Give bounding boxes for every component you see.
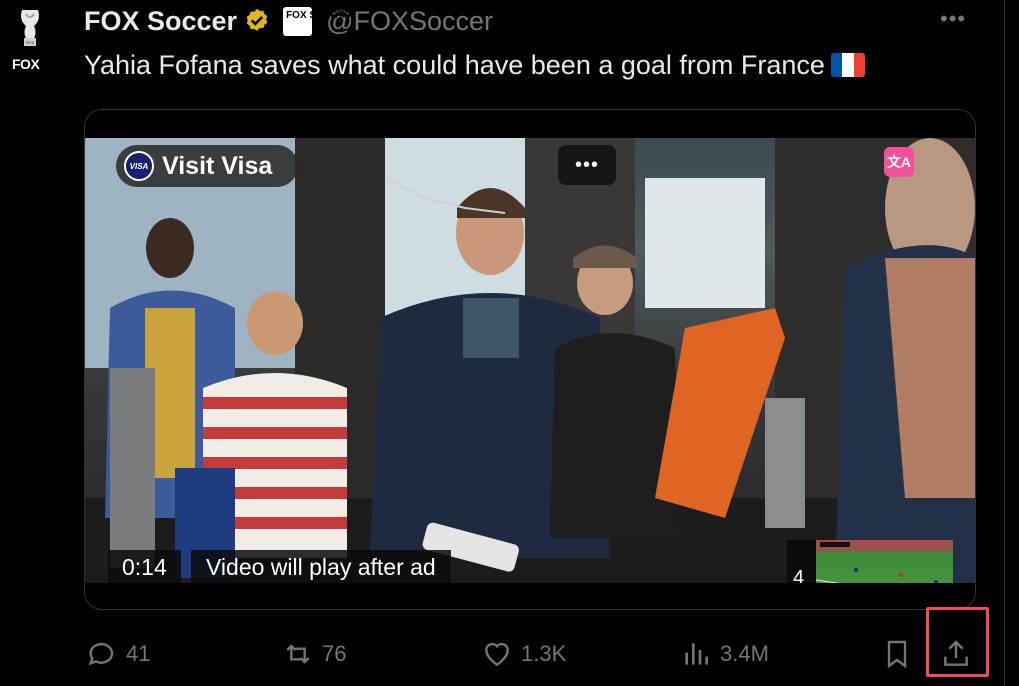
account-name[interactable]: FOX Soccer bbox=[84, 6, 237, 37]
video-more-options-icon[interactable]: ••• bbox=[558, 145, 616, 185]
share-highlight-box bbox=[926, 607, 989, 677]
more-options-icon[interactable]: ••• bbox=[940, 6, 966, 32]
column-border bbox=[1004, 0, 1005, 686]
repost-icon bbox=[286, 644, 310, 664]
reply-icon bbox=[88, 642, 114, 666]
account-handle[interactable]: @FOXSoccer bbox=[326, 6, 493, 37]
tweet-actions: 41 76 1.3K 3.4M bbox=[84, 630, 1004, 678]
bookmark-button[interactable] bbox=[881, 638, 913, 670]
views-count: 3.4M bbox=[720, 641, 769, 666]
visa-logo-icon: VISA bbox=[124, 151, 154, 181]
visit-visa-label: Visit Visa bbox=[162, 151, 273, 180]
ad-notice: Video will play after ad bbox=[191, 550, 451, 583]
translate-icon[interactable]: 文A bbox=[884, 147, 914, 177]
verified-badge-icon[interactable] bbox=[243, 7, 271, 35]
tweet-header: FOX Soccer FOX SPORTS @FOXSoccer bbox=[84, 4, 493, 38]
bookmark-icon bbox=[887, 640, 907, 669]
like-count: 1.3K bbox=[521, 641, 567, 666]
world-cup-trophy-icon: FIFA bbox=[21, 10, 39, 46]
heart-icon bbox=[485, 642, 509, 667]
avatar-fox-text: FOX bbox=[12, 56, 40, 72]
soccer-field-image bbox=[816, 542, 938, 583]
video-player[interactable]: VISA Visit Visa ••• 文A 0:14 Video will p… bbox=[85, 138, 975, 583]
views-button[interactable]: 3.4M bbox=[680, 638, 769, 670]
video-timestamp: 0:14 bbox=[108, 550, 181, 583]
visit-visa-button[interactable]: VISA Visit Visa bbox=[116, 145, 299, 187]
media-container[interactable]: VISA Visit Visa ••• 文A 0:14 Video will p… bbox=[84, 109, 976, 610]
like-button[interactable]: 1.3K bbox=[481, 638, 566, 670]
affiliate-label: FOX SPORTS bbox=[286, 9, 351, 21]
up-next-thumbnail[interactable] bbox=[816, 540, 953, 583]
affiliate-badge[interactable]: FOX SPORTS bbox=[283, 6, 351, 36]
up-next-count: 4 bbox=[793, 567, 805, 583]
account-avatar[interactable]: FIFA FOX bbox=[0, 0, 66, 78]
up-next-preview[interactable]: 4 bbox=[787, 540, 953, 583]
tweet-text: Yahia Fofana saves what could have been … bbox=[84, 50, 865, 81]
views-chart-icon bbox=[685, 643, 708, 665]
svg-text:FIFA: FIFA bbox=[26, 40, 35, 45]
reply-count: 41 bbox=[126, 641, 151, 666]
repost-button[interactable]: 76 bbox=[282, 638, 346, 670]
repost-count: 76 bbox=[322, 641, 347, 666]
tweet-body: Yahia Fofana saves what could have been … bbox=[84, 50, 825, 80]
france-flag-icon bbox=[830, 53, 865, 77]
reply-button[interactable]: 41 bbox=[86, 638, 150, 670]
video-frame-image bbox=[85, 138, 975, 583]
